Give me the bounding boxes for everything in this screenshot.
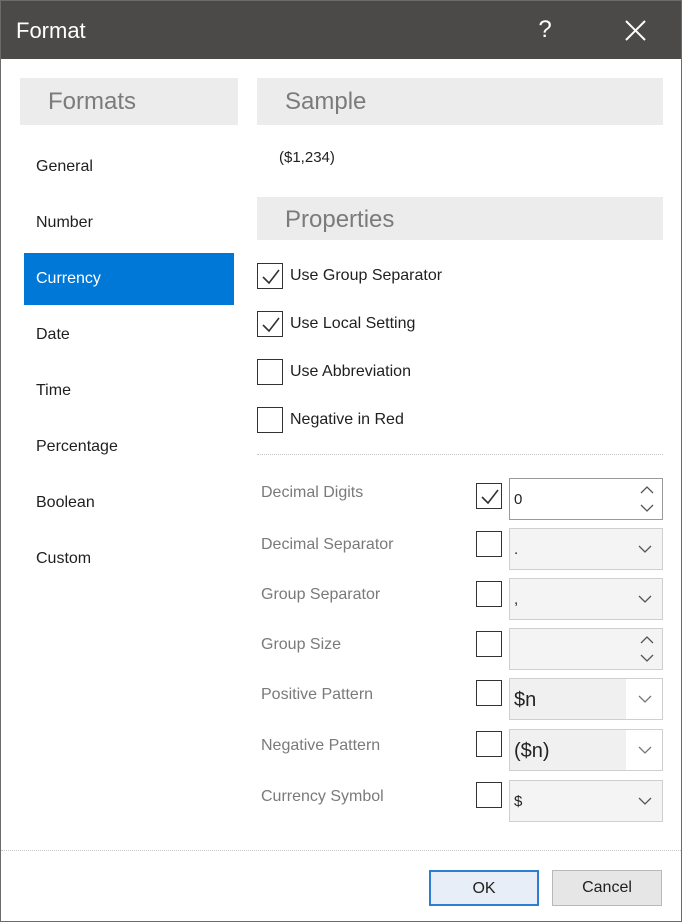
checkmark-icon bbox=[262, 317, 280, 333]
positive-pattern-input[interactable]: $n bbox=[510, 679, 626, 719]
positive-pattern-checkbox[interactable] bbox=[476, 680, 502, 706]
decimal-digits-checkbox[interactable] bbox=[476, 483, 502, 509]
chevron-down-icon bbox=[638, 695, 652, 703]
decimal-separator-label: Decimal Separator bbox=[261, 536, 394, 553]
formats-header: Formats bbox=[20, 78, 238, 125]
negative-pattern-value: ($n) bbox=[514, 740, 550, 762]
format-item-boolean[interactable]: Boolean bbox=[24, 477, 234, 529]
close-button[interactable] bbox=[615, 11, 655, 51]
sample-header: Sample bbox=[257, 78, 663, 125]
format-item-date[interactable]: Date bbox=[24, 309, 234, 361]
group-size-checkbox[interactable] bbox=[476, 631, 502, 657]
chevron-up-icon[interactable] bbox=[640, 635, 654, 645]
use-group-separator-label: Use Group Separator bbox=[290, 267, 443, 284]
negative-in-red-label: Negative in Red bbox=[290, 411, 404, 428]
decimal-separator-value: . bbox=[514, 541, 519, 558]
chevron-down-icon bbox=[638, 595, 652, 603]
chevron-down-icon bbox=[638, 545, 652, 553]
decimal-digits-spinner[interactable]: 0 bbox=[509, 478, 663, 520]
use-abbreviation-label: Use Abbreviation bbox=[290, 363, 411, 380]
footer-divider bbox=[1, 850, 681, 851]
format-item-number[interactable]: Number bbox=[24, 197, 234, 249]
chevron-down-icon[interactable] bbox=[640, 653, 654, 663]
group-size-spinner[interactable] bbox=[509, 628, 663, 670]
positive-pattern-combo[interactable]: $n bbox=[509, 678, 663, 720]
negative-pattern-input[interactable]: ($n) bbox=[510, 730, 626, 770]
checkmark-icon bbox=[262, 269, 280, 285]
group-separator-checkbox[interactable] bbox=[476, 581, 502, 607]
dialog-title: Format bbox=[16, 18, 86, 43]
currency-symbol-dropdown[interactable]: $ bbox=[509, 780, 663, 822]
currency-symbol-label: Currency Symbol bbox=[261, 788, 384, 805]
title-bar: Format ? bbox=[1, 1, 681, 59]
chevron-down-icon[interactable] bbox=[640, 503, 654, 513]
help-button[interactable]: ? bbox=[527, 9, 563, 51]
checkmark-icon bbox=[481, 489, 499, 505]
negative-pattern-checkbox[interactable] bbox=[476, 731, 502, 757]
group-separator-value: , bbox=[514, 591, 519, 608]
decimal-separator-checkbox[interactable] bbox=[476, 531, 502, 557]
properties-header: Properties bbox=[257, 197, 663, 240]
format-dialog: Format ? Formats General Number Currency… bbox=[0, 0, 682, 922]
currency-symbol-value: $ bbox=[514, 793, 523, 810]
chevron-down-icon bbox=[638, 746, 652, 754]
properties-divider bbox=[257, 454, 663, 455]
negative-pattern-label: Negative Pattern bbox=[261, 737, 381, 754]
use-abbreviation-checkbox[interactable] bbox=[257, 359, 283, 385]
use-local-setting-label: Use Local Setting bbox=[290, 315, 416, 332]
format-item-currency[interactable]: Currency bbox=[24, 253, 234, 305]
group-size-label: Group Size bbox=[261, 636, 342, 653]
decimal-digits-value: 0 bbox=[514, 491, 523, 508]
chevron-up-icon[interactable] bbox=[640, 485, 654, 495]
negative-pattern-combo[interactable]: ($n) bbox=[509, 729, 663, 771]
decimal-separator-dropdown[interactable]: . bbox=[509, 528, 663, 570]
chevron-down-icon bbox=[638, 797, 652, 805]
use-group-separator-checkbox[interactable] bbox=[257, 263, 283, 289]
close-icon bbox=[625, 20, 646, 41]
format-item-percentage[interactable]: Percentage bbox=[24, 421, 234, 473]
format-item-custom[interactable]: Custom bbox=[24, 533, 234, 585]
group-separator-dropdown[interactable]: , bbox=[509, 578, 663, 620]
decimal-digits-label: Decimal Digits bbox=[261, 484, 364, 501]
positive-pattern-value: $n bbox=[514, 689, 537, 711]
format-item-time[interactable]: Time bbox=[24, 365, 234, 417]
ok-button[interactable]: OK bbox=[429, 870, 539, 906]
negative-in-red-checkbox[interactable] bbox=[257, 407, 283, 433]
currency-symbol-checkbox[interactable] bbox=[476, 782, 502, 808]
cancel-button[interactable]: Cancel bbox=[552, 870, 662, 906]
sample-value: ($1,234) bbox=[279, 149, 335, 166]
positive-pattern-label: Positive Pattern bbox=[261, 686, 374, 703]
format-item-general[interactable]: General bbox=[24, 141, 234, 193]
group-separator-label: Group Separator bbox=[261, 586, 381, 603]
use-local-setting-checkbox[interactable] bbox=[257, 311, 283, 337]
